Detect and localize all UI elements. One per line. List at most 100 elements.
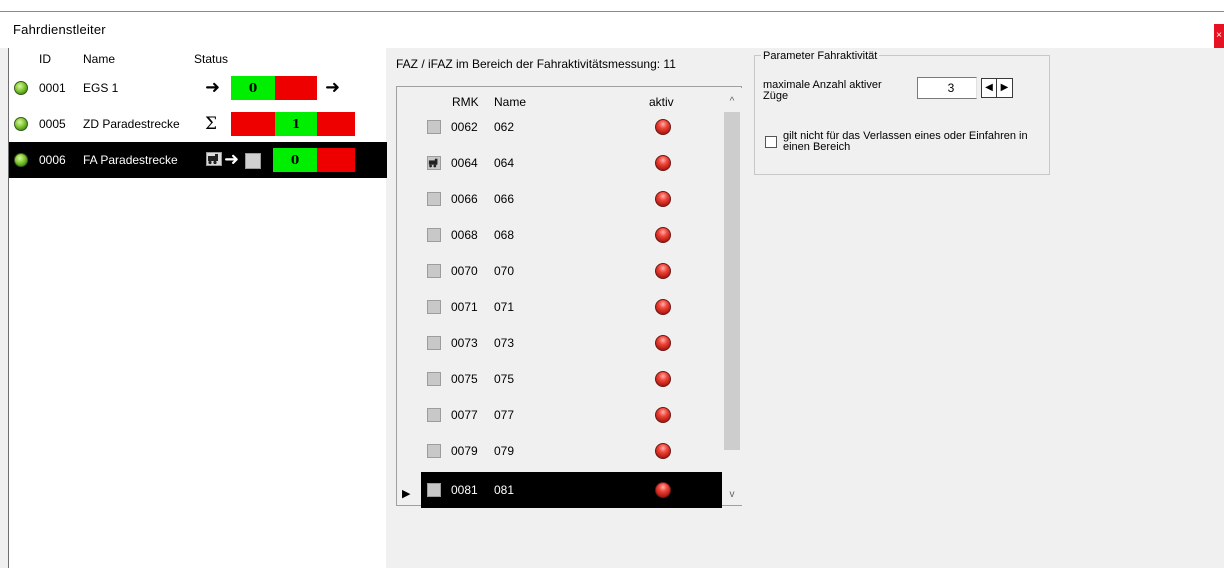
arrow-right-icon: ➜ [325, 77, 341, 97]
header-active[interactable]: aktiv [649, 95, 674, 109]
empty-box-icon [245, 153, 261, 169]
status-bar-occupied [231, 112, 275, 136]
route-row[interactable]: 0005 ZD Paradestrecke Σ 1 [9, 106, 387, 142]
route-row-selected[interactable]: 0006 FA Paradestrecke ➜ 0 [9, 142, 387, 178]
faz-count-label: FAZ / iFAZ im Bereich der Fahraktivitäts… [396, 57, 676, 71]
window-title: Fahrdienstleiter [13, 22, 106, 37]
route-row[interactable]: 0001 EGS 1 ➜ 0 ➜ [9, 70, 387, 106]
red-led-icon [655, 155, 671, 171]
red-led-icon [655, 407, 671, 423]
name-cell: 062 [494, 120, 515, 134]
name-cell: 077 [494, 408, 515, 422]
loco-icon [206, 152, 222, 166]
header-id[interactable]: ID [39, 52, 51, 66]
rmk-cell: 0062 [451, 120, 478, 134]
top-strip [0, 0, 1224, 12]
status-bar-occupied [317, 112, 355, 136]
red-led-icon [655, 482, 671, 498]
row-checkbox[interactable] [427, 264, 441, 278]
header-status[interactable]: Status [194, 52, 228, 66]
faz-row-selected[interactable]: 0081 081 [421, 472, 722, 508]
status-count: 0 [290, 153, 300, 167]
row-checkbox[interactable] [427, 300, 441, 314]
loco-icon[interactable] [427, 156, 441, 170]
red-led-icon [655, 191, 671, 207]
red-led-icon [655, 263, 671, 279]
row-checkbox[interactable] [427, 336, 441, 350]
rmk-cell: 0079 [451, 444, 478, 458]
faz-row[interactable]: 0077 077 [421, 397, 722, 433]
name-cell: 079 [494, 444, 515, 458]
row-checkbox[interactable] [427, 444, 441, 458]
name-cell: 073 [494, 336, 515, 350]
faz-row[interactable]: 0071 071 [421, 289, 722, 325]
route-id: 0005 [39, 117, 66, 131]
row-checkbox[interactable] [427, 228, 441, 242]
max-active-spinner[interactable]: ◀ ▶ [981, 78, 1013, 98]
green-led-icon [14, 81, 28, 95]
faz-row[interactable]: 0066 066 [421, 181, 722, 217]
group-title: Parameter Fahraktivität [761, 50, 880, 62]
rmk-cell: 0081 [451, 483, 478, 497]
faz-grid: RMK Name aktiv 0062 062 0064 064 0066 066 0… [396, 86, 742, 508]
row-checkbox[interactable] [427, 408, 441, 422]
faz-row[interactable]: 0068 068 [421, 217, 722, 253]
row-checkbox[interactable] [427, 120, 441, 134]
header-name[interactable]: Name [494, 95, 526, 109]
arrow-right-icon: ➜ [224, 149, 240, 169]
status-bar-free: 0 [231, 76, 275, 100]
row-checkbox[interactable] [427, 483, 441, 497]
spin-right-icon[interactable]: ▶ [997, 79, 1012, 97]
route-id: 0006 [39, 153, 66, 167]
arrow-right-icon: ➜ [205, 77, 221, 97]
route-list-header: ID Name Status [9, 52, 387, 70]
status-bar-occupied [317, 148, 355, 172]
faz-row[interactable]: 0064 064 [421, 145, 722, 181]
max-active-input[interactable]: 3 [917, 77, 977, 99]
name-cell: 070 [494, 264, 515, 278]
rmk-cell: 0066 [451, 192, 478, 206]
rmk-cell: 0071 [451, 300, 478, 314]
status-count: 0 [248, 81, 258, 95]
current-row-marker-icon: ▶ [402, 488, 411, 500]
rmk-cell: 0075 [451, 372, 478, 386]
rmk-cell: 0073 [451, 336, 478, 350]
route-name: EGS 1 [83, 81, 119, 95]
faz-row[interactable]: 0079 079 [421, 433, 722, 469]
grid-scrollbar[interactable]: ^ v [722, 88, 742, 505]
red-led-icon [655, 119, 671, 135]
faz-row[interactable]: 0062 062 [421, 109, 722, 145]
green-led-icon [14, 153, 28, 167]
scroll-thumb[interactable] [724, 112, 740, 450]
status-bar-free: 0 [273, 148, 317, 172]
rmk-cell: 0068 [451, 228, 478, 242]
faz-row[interactable]: 0073 073 [421, 325, 722, 361]
name-cell: 068 [494, 228, 515, 242]
route-list: ID Name Status 0001 EGS 1 ➜ 0 ➜ 0005 ZD … [8, 48, 387, 568]
exception-checkbox-label: gilt nicht für das Verlassen eines oder … [783, 130, 1028, 153]
status-bar-occupied [275, 76, 317, 100]
red-led-icon [655, 443, 671, 459]
exception-checkbox[interactable] [765, 136, 777, 148]
faz-row[interactable]: 0075 075 [421, 361, 722, 397]
title-bar: Fahrdienstleiter [0, 12, 1224, 48]
name-cell: 071 [494, 300, 515, 314]
header-rmk[interactable]: RMK [452, 95, 479, 109]
name-cell: 075 [494, 372, 515, 386]
status-bar-free: 1 [275, 112, 317, 136]
scroll-up-icon[interactable]: ^ [722, 92, 742, 112]
row-checkbox[interactable] [427, 372, 441, 386]
header-name[interactable]: Name [83, 52, 115, 66]
faz-row[interactable]: 0070 070 [421, 253, 722, 289]
close-button[interactable]: × [1214, 24, 1224, 48]
rmk-cell: 0064 [451, 156, 478, 170]
rmk-cell: 0070 [451, 264, 478, 278]
red-led-icon [655, 299, 671, 315]
row-checkbox[interactable] [427, 192, 441, 206]
name-cell: 064 [494, 156, 515, 170]
scroll-down-icon[interactable]: v [722, 485, 742, 505]
red-led-icon [655, 335, 671, 351]
route-name: ZD Paradestrecke [83, 117, 180, 131]
route-name: FA Paradestrecke [83, 153, 178, 167]
spin-left-icon[interactable]: ◀ [982, 79, 997, 97]
